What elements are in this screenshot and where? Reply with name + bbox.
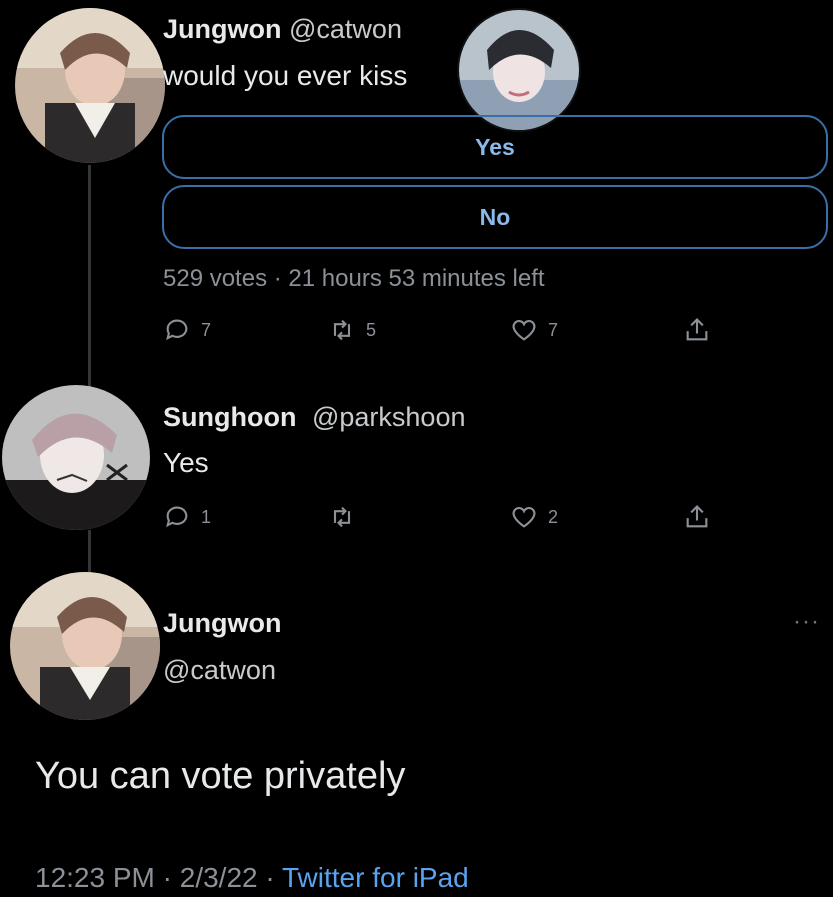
- like-button[interactable]: 2: [510, 503, 558, 531]
- separator: ·: [162, 862, 172, 893]
- handle[interactable]: @catwon: [163, 655, 276, 686]
- tweet-source-link[interactable]: Twitter for iPad: [282, 862, 469, 893]
- display-name[interactable]: Jungwon: [163, 608, 281, 639]
- share-button[interactable]: [683, 316, 711, 344]
- sticker-avatar: [457, 8, 581, 132]
- handle[interactable]: @catwon: [289, 14, 402, 44]
- thread-connector: [88, 165, 91, 390]
- tweet-time[interactable]: 12:23 PM: [35, 862, 155, 893]
- more-horizontal-icon[interactable]: ···: [793, 608, 820, 636]
- share-icon: [686, 318, 708, 341]
- reply-icon: [166, 506, 188, 528]
- poll-option-yes[interactable]: Yes: [162, 115, 828, 179]
- retweet-button[interactable]: [328, 503, 366, 531]
- separator: ·: [265, 862, 275, 893]
- reply-button[interactable]: 7: [163, 316, 211, 344]
- tweet-date[interactable]: 2/3/22: [180, 862, 258, 893]
- display-name[interactable]: Sunghoon: [163, 402, 296, 432]
- share-icon: [686, 505, 708, 528]
- like-count: 2: [548, 506, 559, 527]
- tweet-header: Jungwon @catwon: [163, 14, 402, 45]
- reply-count: 7: [201, 319, 212, 340]
- poll-time-left: 21 hours 53 minutes left: [288, 265, 545, 292]
- like-count: 7: [548, 319, 559, 340]
- reply-icon: [166, 319, 188, 341]
- separator: ·: [273, 265, 282, 292]
- tweet-text: would you ever kiss: [163, 60, 408, 91]
- tweet-text: Yes: [163, 447, 209, 478]
- reply-count: 1: [201, 506, 212, 527]
- poll-meta: 529 votes · 21 hours 53 minutes left: [163, 265, 545, 293]
- retweet-icon: [333, 319, 351, 341]
- main-tweet-text: You can vote privately: [35, 755, 406, 797]
- reply-button[interactable]: 1: [163, 503, 211, 531]
- avatar[interactable]: [2, 385, 150, 530]
- poll-option-no[interactable]: No: [162, 185, 828, 249]
- handle[interactable]: @parkshoon: [312, 402, 466, 432]
- heart-icon: [512, 506, 536, 528]
- heart-icon: [512, 319, 536, 341]
- retweet-icon: [333, 506, 351, 528]
- share-button[interactable]: [683, 503, 711, 531]
- retweet-button[interactable]: 5: [328, 316, 376, 344]
- avatar[interactable]: [10, 572, 160, 720]
- like-button[interactable]: 7: [510, 316, 558, 344]
- retweet-count: 5: [366, 319, 377, 340]
- avatar[interactable]: [15, 8, 165, 163]
- poll-votes: 529 votes: [163, 265, 268, 292]
- tweet-header: Sunghoon @parkshoon: [163, 402, 465, 433]
- display-name[interactable]: Jungwon: [163, 14, 281, 44]
- tweet-timestamp: 12:23 PM · 2/3/22 · Twitter for iPad: [35, 862, 469, 894]
